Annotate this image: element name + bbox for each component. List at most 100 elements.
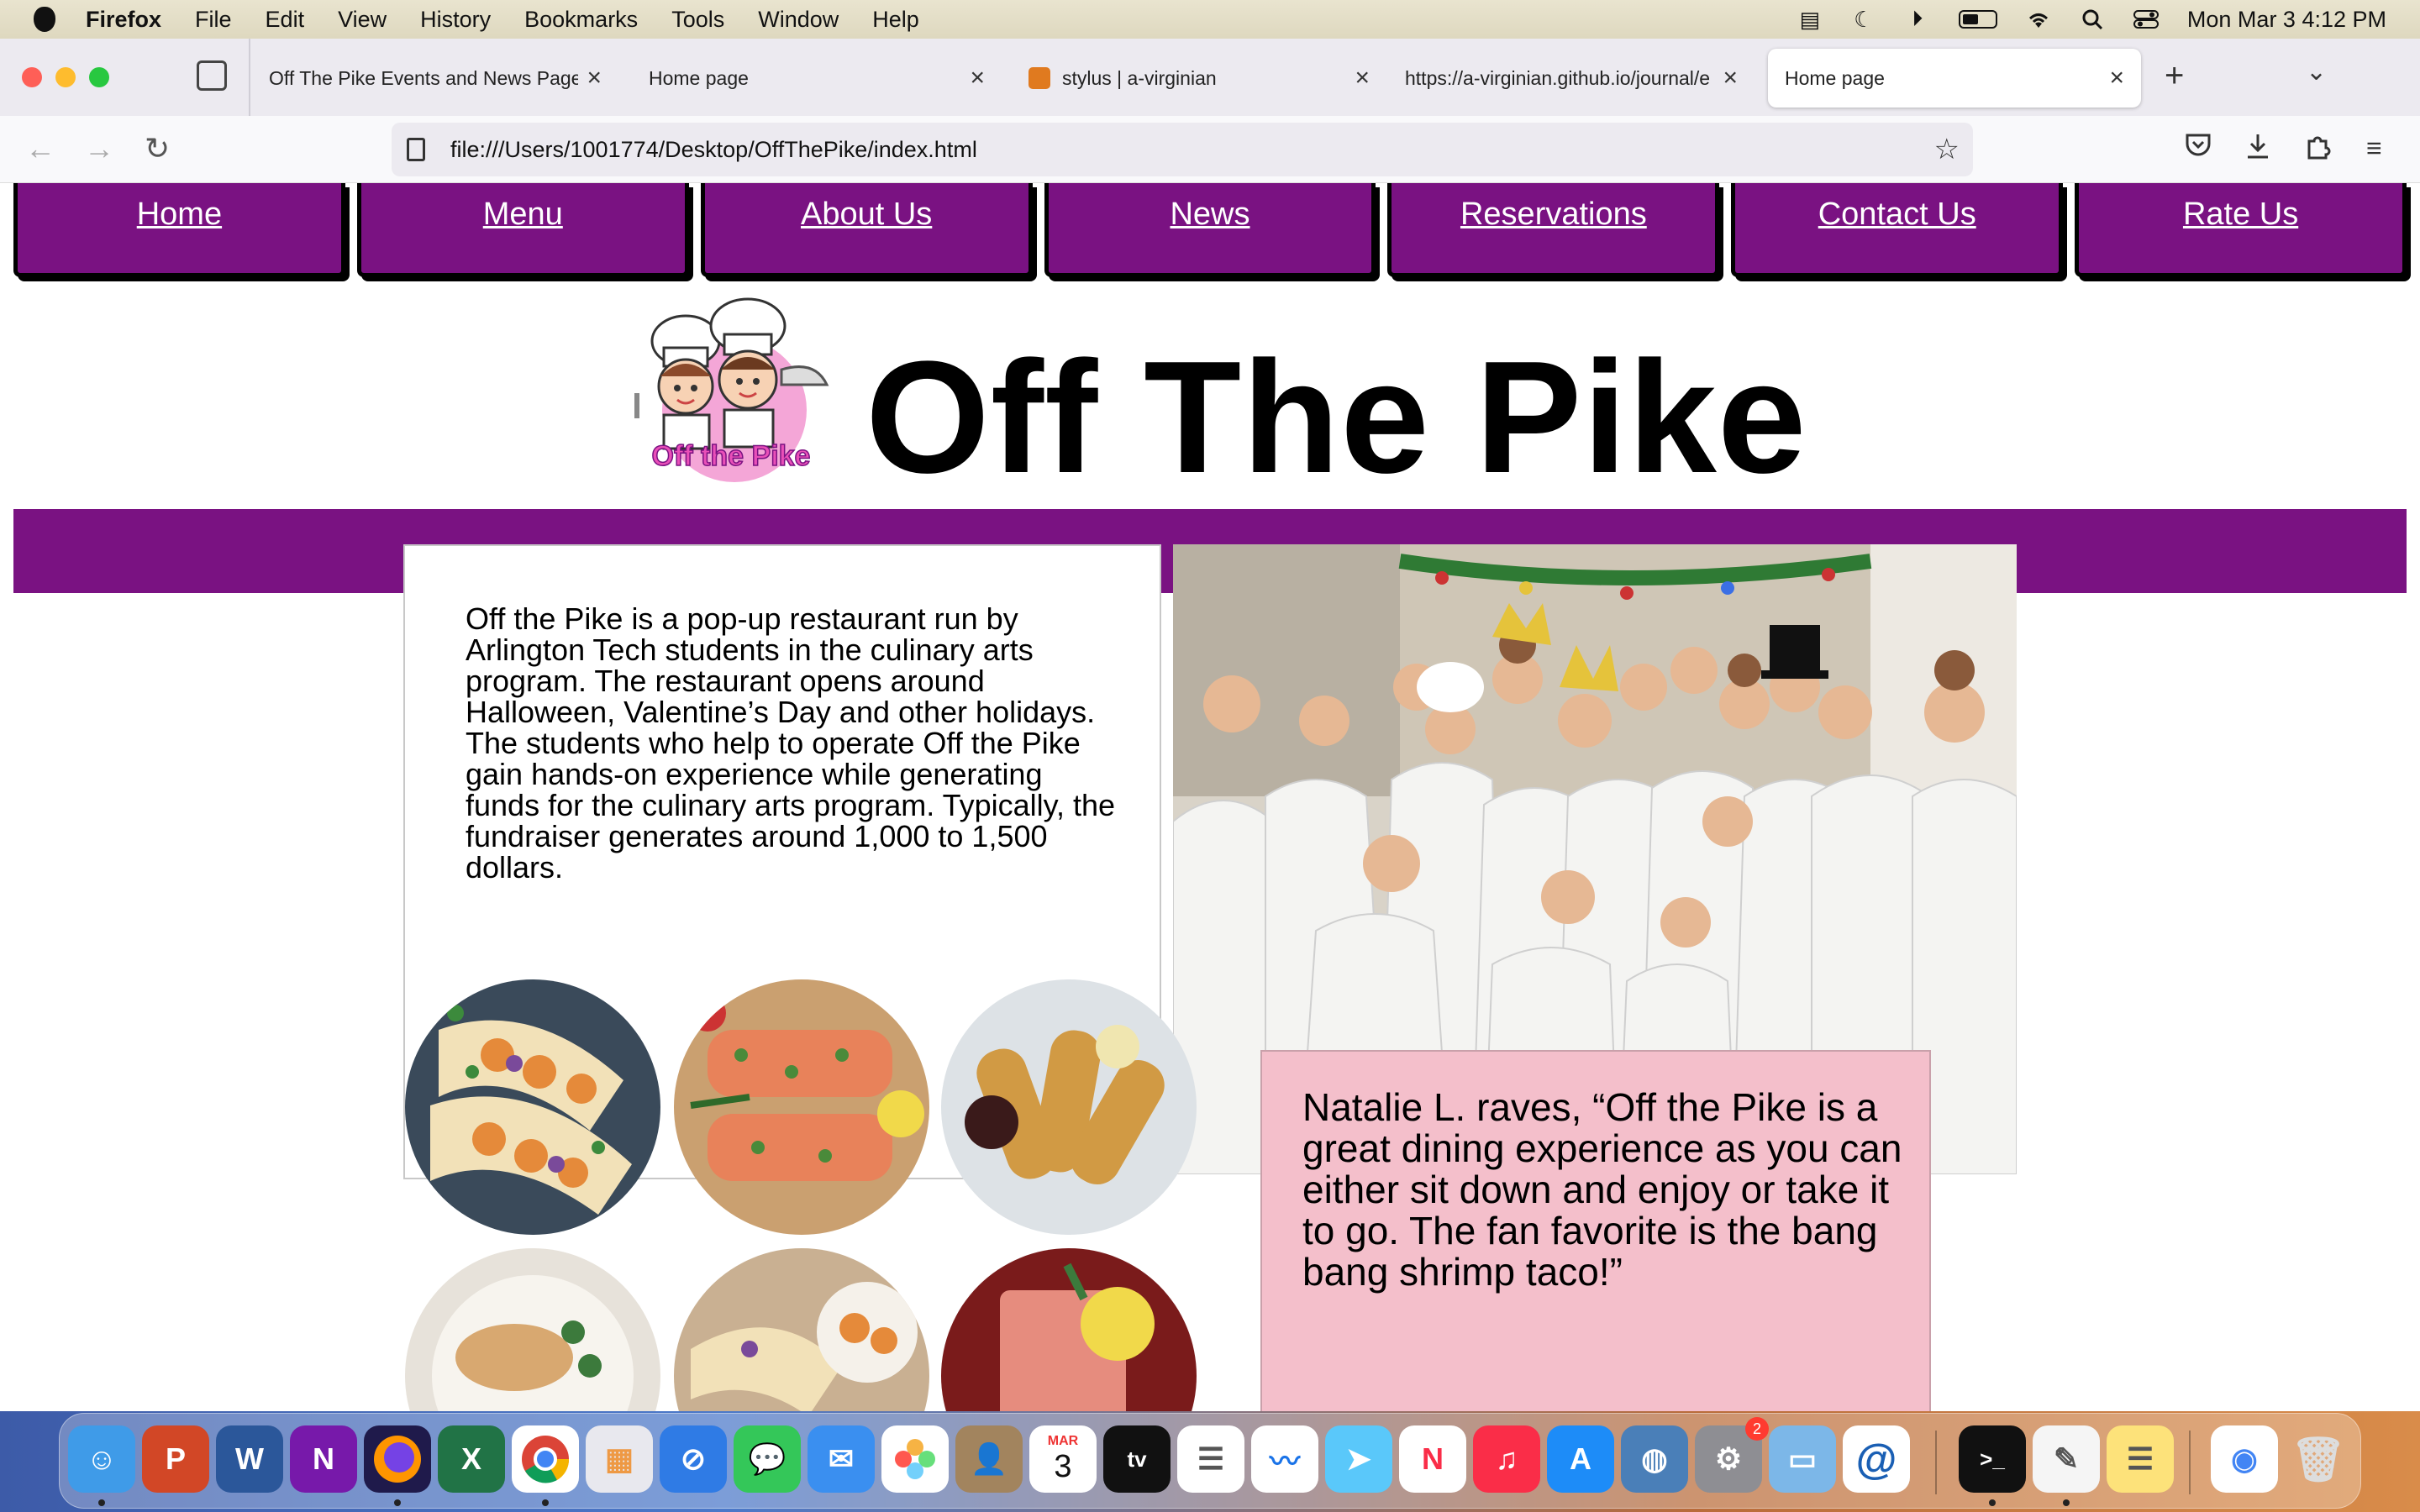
folder-icon[interactable]: ▭ [1769, 1425, 1836, 1493]
tab-title: Home page [649, 66, 749, 89]
close-window-button[interactable] [22, 67, 42, 87]
chrome-icon[interactable] [512, 1425, 579, 1493]
nav-news-link[interactable]: News [1170, 197, 1249, 273]
contacts-icon[interactable]: 👤 [955, 1425, 1023, 1493]
tab-journal[interactable]: https://a-virginian.github.io/journal/e … [1388, 49, 1754, 108]
minimize-window-button[interactable] [55, 67, 76, 87]
play-icon[interactable]: ⏵ [1905, 6, 1930, 31]
tab-close-icon[interactable]: × [1723, 64, 1738, 92]
shrimp-tacos-image [405, 979, 660, 1235]
nav-about-link[interactable]: About Us [801, 197, 932, 273]
tab-close-icon[interactable]: × [2109, 64, 2124, 92]
firefox-icon[interactable] [364, 1425, 431, 1493]
finder-icon[interactable]: ☺ [68, 1425, 135, 1493]
tab-close-icon[interactable]: × [1355, 64, 1370, 92]
chevron-down-icon[interactable]: ⌄ [2306, 57, 2327, 87]
menu-window[interactable]: Window [758, 7, 839, 33]
news-icon[interactable]: N [1399, 1425, 1466, 1493]
menu-edit[interactable]: Edit [266, 7, 305, 33]
tab-close-icon[interactable]: × [587, 64, 602, 92]
nav-rate-link[interactable]: Rate Us [2183, 197, 2298, 273]
url-text[interactable]: file:///Users/1001774/Desktop/OffThePike… [450, 137, 1934, 163]
nav-rate-button[interactable]: Rate Us [2075, 183, 2407, 277]
menu-view[interactable]: View [338, 7, 387, 33]
mail-icon[interactable]: ✉ [808, 1425, 875, 1493]
site-logo: Off the Pike [634, 297, 829, 482]
trash-icon[interactable]: 🗑 [2285, 1425, 2352, 1493]
photos-icon[interactable] [881, 1425, 949, 1493]
app-store-icon[interactable]: A [1547, 1425, 1614, 1493]
battery-icon[interactable] [1958, 10, 1997, 29]
forward-arrow-icon[interactable]: → [84, 131, 114, 166]
notes-icon[interactable]: ☰ [2107, 1425, 2174, 1493]
new-tab-icon[interactable]: + [2165, 57, 2184, 95]
about-paragraph: Off the Pike is a pop-up restaurant run … [466, 601, 1116, 885]
tab-home-page-active[interactable]: Home page × [1768, 49, 2141, 108]
nav-reservations-link[interactable]: Reservations [1460, 197, 1647, 273]
tab-events-news[interactable]: Off The Pike Events and News Page. × [252, 49, 618, 108]
running-indicator [1989, 1499, 1996, 1506]
network-globe-icon[interactable]: ◍ [1621, 1425, 1688, 1493]
nav-contact-button[interactable]: Contact Us [1731, 183, 2064, 277]
tab-list-icon[interactable] [197, 60, 227, 91]
powerpoint-icon[interactable]: P [142, 1425, 209, 1493]
pocket-icon[interactable] [2185, 133, 2212, 165]
tab-close-icon[interactable]: × [970, 64, 985, 92]
messages-icon[interactable]: 💬 [734, 1425, 801, 1493]
hamburger-menu-icon[interactable]: ≡ [2366, 133, 2382, 164]
menu-tools[interactable]: Tools [671, 7, 724, 33]
bookmark-star-icon[interactable]: ☆ [1934, 133, 1960, 166]
nav-menu-link[interactable]: Menu [483, 197, 563, 273]
textedit-icon[interactable]: ✎ [2033, 1425, 2100, 1493]
nav-reservations-button[interactable]: Reservations [1387, 183, 1720, 277]
launchpad-icon[interactable]: ▦ [586, 1425, 653, 1493]
nav-news-button[interactable]: News [1044, 183, 1376, 277]
menu-history[interactable]: History [420, 7, 491, 33]
apple-menu-icon[interactable] [34, 7, 55, 32]
chicken-plate-image [405, 1248, 660, 1411]
music-icon[interactable]: ♫ [1473, 1425, 1540, 1493]
address-bar[interactable]: file:///Users/1001774/Desktop/OffThePike… [392, 123, 1973, 176]
reminders-icon[interactable]: ☰ [1177, 1425, 1244, 1493]
logo-text: Off the Pike [652, 440, 811, 472]
reload-icon[interactable]: ↻ [145, 131, 170, 166]
menubar-clock[interactable]: Mon Mar 3 4:12 PM [2187, 7, 2386, 33]
menu-app-name[interactable]: Firefox [86, 7, 161, 33]
calendar-icon[interactable]: MAR 3 [1029, 1425, 1097, 1493]
search-icon[interactable] [2080, 8, 2105, 30]
download-icon[interactable] [2245, 133, 2270, 166]
extensions-icon[interactable] [2306, 133, 2331, 166]
excel-icon[interactable]: X [438, 1425, 505, 1493]
tab-home-page[interactable]: Home page × [632, 49, 1002, 108]
dock-separator [1935, 1431, 1937, 1494]
wifi-icon[interactable] [2026, 8, 2051, 30]
calendar-day: 3 [1054, 1448, 1072, 1484]
moon-icon[interactable]: ☾ [1851, 7, 1876, 32]
menu-bookmarks[interactable]: Bookmarks [524, 7, 638, 33]
nav-about-button[interactable]: About Us [700, 183, 1033, 277]
tab-stylus[interactable]: stylus | a-virginian × [1012, 49, 1386, 108]
nav-home-link[interactable]: Home [137, 197, 222, 273]
nav-home-button[interactable]: Home [13, 183, 345, 277]
site-navigation: Home Menu About Us News Reservations Con… [13, 183, 2407, 277]
terminal-icon[interactable]: >_ [1959, 1425, 2026, 1493]
chrome-document-icon[interactable]: ◉ [2211, 1425, 2278, 1493]
lemonade-drink-image [941, 1248, 1197, 1411]
onenote-icon[interactable]: N [290, 1425, 357, 1493]
nav-menu-button[interactable]: Menu [356, 183, 689, 277]
zoom-window-button[interactable] [89, 67, 109, 87]
at-sign-icon[interactable]: @ [1843, 1425, 1910, 1493]
menu-help[interactable]: Help [872, 7, 919, 33]
tab-separator [249, 39, 250, 116]
tab-title: Home page [1785, 66, 1885, 89]
back-arrow-icon[interactable]: ← [25, 131, 55, 166]
control-center-icon[interactable] [2133, 8, 2159, 30]
maps-icon[interactable]: ➤ [1325, 1425, 1392, 1493]
menu-file[interactable]: File [195, 7, 232, 33]
word-icon[interactable]: W [216, 1425, 283, 1493]
notes-status-icon[interactable]: ▤ [1797, 7, 1823, 32]
safari-icon[interactable]: ⊘ [660, 1425, 727, 1493]
freeform-icon[interactable]: 〰 [1251, 1425, 1318, 1493]
apple-tv-icon[interactable]: tv [1103, 1425, 1171, 1493]
nav-contact-link[interactable]: Contact Us [1818, 197, 1976, 273]
